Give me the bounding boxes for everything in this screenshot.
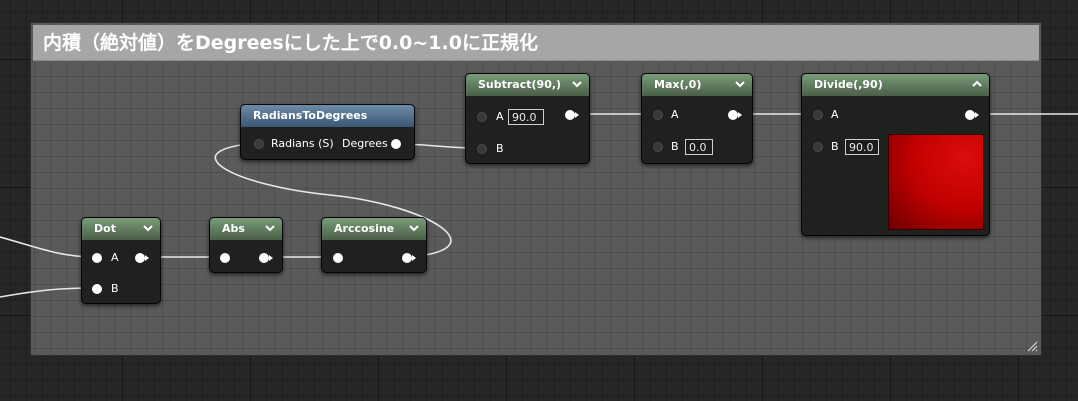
node-max[interactable]: Max(,0) A B 0.0 (641, 73, 753, 164)
node-title[interactable]: RadiansToDegrees (241, 105, 414, 127)
output-pin-degrees[interactable] (391, 139, 401, 149)
pin-label-a: A (111, 251, 119, 264)
pin-label-radians: Radians (S) (271, 137, 334, 150)
input-pin-a[interactable] (92, 253, 102, 263)
pin-b-value-field[interactable]: 90.0 (845, 139, 879, 155)
output-pin[interactable] (135, 253, 149, 263)
output-pin[interactable] (728, 110, 742, 120)
chevron-down-icon[interactable] (733, 77, 747, 91)
input-pin-b[interactable] (477, 144, 487, 154)
pin-b-value-field[interactable]: 0.0 (685, 139, 713, 155)
node-radians-to-degrees[interactable]: RadiansToDegrees Radians (S) Degrees (240, 104, 415, 160)
input-pin-b[interactable] (813, 142, 823, 152)
node-title[interactable]: Divide(,90) (802, 74, 989, 96)
chevron-up-icon[interactable] (970, 77, 984, 91)
input-pin[interactable] (333, 253, 343, 263)
node-arccosine[interactable]: Arccosine (321, 217, 427, 273)
pin-label-b: B (671, 140, 679, 153)
chevron-down-icon[interactable] (407, 221, 421, 235)
chevron-down-icon[interactable] (141, 221, 155, 235)
pin-label-b: B (831, 140, 839, 153)
node-subtract[interactable]: Subtract(90,) A 90.0 B (465, 73, 590, 164)
material-preview-swatch (888, 134, 984, 230)
output-pin[interactable] (965, 110, 979, 120)
output-pin[interactable] (259, 253, 273, 263)
pin-label-a: A (496, 110, 504, 123)
node-divide[interactable]: Divide(,90) A B 90.0 (801, 73, 990, 236)
pin-label-b: B (111, 282, 119, 295)
pin-label-a: A (671, 108, 679, 121)
pin-label-degrees: Degrees (342, 137, 388, 150)
pin-label-b: B (496, 142, 504, 155)
chevron-down-icon[interactable] (263, 221, 277, 235)
chevron-down-icon[interactable] (570, 77, 584, 91)
input-pin-radians[interactable] (254, 139, 264, 149)
input-pin-a[interactable] (813, 110, 823, 120)
pin-a-value-field[interactable]: 90.0 (508, 109, 544, 125)
input-pin-a[interactable] (477, 112, 487, 122)
input-pin-a[interactable] (653, 110, 663, 120)
pin-label-a: A (831, 108, 839, 121)
input-pin-b[interactable] (653, 142, 663, 152)
node-abs[interactable]: Abs (209, 217, 283, 273)
node-dot[interactable]: Dot A B (81, 217, 161, 304)
output-pin[interactable] (565, 110, 579, 120)
output-pin[interactable] (402, 253, 416, 263)
input-pin-b[interactable] (92, 284, 102, 294)
input-pin[interactable] (220, 253, 230, 263)
